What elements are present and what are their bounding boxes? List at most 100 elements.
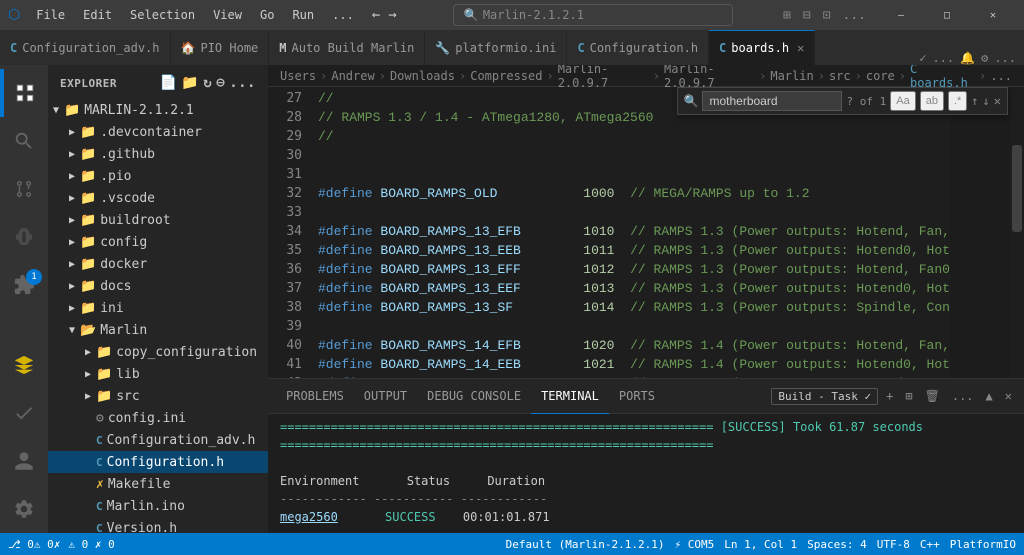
tree-version-h[interactable]: C Version.h (48, 517, 268, 533)
tree-marlin-ino[interactable]: C Marlin.ino (48, 495, 268, 517)
tree-config-adv-h[interactable]: C Configuration_adv.h (48, 429, 268, 451)
more-actions-icon[interactable]: ... (229, 75, 256, 91)
find-up-icon[interactable]: ↑ (971, 94, 978, 108)
activity-platformio[interactable] (0, 341, 48, 389)
find-close-icon[interactable]: ✕ (994, 94, 1001, 108)
checkmark-icon[interactable]: ✓ (919, 51, 926, 65)
activity-debug[interactable] (0, 213, 48, 261)
menu-file[interactable]: File (28, 6, 73, 24)
find-down-icon[interactable]: ↓ (983, 94, 990, 108)
activity-settings[interactable] (0, 485, 48, 533)
maximize-panel-icon[interactable]: ▲ (982, 387, 997, 405)
tree-devcontainer[interactable]: ▶ 📁 .devcontainer (48, 121, 268, 143)
find-options-aa[interactable]: Aa (890, 91, 915, 111)
tab-output[interactable]: OUTPUT (354, 379, 417, 414)
tree-marlin[interactable]: ▼ 📂 Marlin (48, 319, 268, 341)
bell-icon[interactable]: 🔔 (960, 51, 975, 65)
item-label: .pio (100, 169, 268, 184)
editor-scrollbar[interactable] (1010, 87, 1024, 378)
col-status: Status (407, 474, 450, 488)
settings-icon[interactable]: ⚙ (981, 51, 988, 65)
cursor-position[interactable]: Ln 1, Col 1 (724, 538, 797, 551)
split-icon[interactable]: ⊟ (799, 6, 815, 25)
menu-more[interactable]: ... (324, 6, 362, 24)
terminal-content[interactable]: ========================================… (268, 414, 1024, 533)
coms-status[interactable]: ⚡ COM5 (675, 538, 715, 551)
activity-search[interactable] (0, 117, 48, 165)
tree-src[interactable]: ▶ 📁 src (48, 385, 268, 407)
default-terminal[interactable]: Default (Marlin-2.1.2.1) (506, 538, 665, 551)
tab-boards-h[interactable]: C boards.h ✕ (709, 30, 815, 65)
more-icon[interactable]: ... (994, 51, 1016, 65)
error-warning-count[interactable]: ⚠ 0 ✗ 0 (68, 538, 114, 551)
tab-problems[interactable]: PROBLEMS (276, 379, 354, 414)
tree-makefile[interactable]: ✗ Makefile (48, 473, 268, 495)
tree-pio[interactable]: ▶ 📁 .pio (48, 165, 268, 187)
branch-status[interactable]: ⎇ 0⚠ 0✗ (8, 538, 60, 551)
refresh-icon[interactable]: ↻ (203, 75, 212, 91)
tab-terminal[interactable]: TERMINAL (531, 379, 609, 414)
close-button[interactable]: ✕ (970, 0, 1016, 30)
menu-go[interactable]: Go (252, 6, 282, 24)
activity-bar: 1 (0, 65, 48, 533)
add-terminal-icon[interactable]: + (882, 387, 897, 405)
tree-buildroot[interactable]: ▶ 📁 buildroot (48, 209, 268, 231)
menu-run[interactable]: Run (284, 6, 322, 24)
tab-debug-console[interactable]: DEBUG CONSOLE (417, 379, 531, 414)
tree-ini[interactable]: ▶ 📁 ini (48, 297, 268, 319)
tree-github[interactable]: ▶ 📁 .github (48, 143, 268, 165)
activity-source-control[interactable] (0, 165, 48, 213)
tab-close-icon[interactable]: ✕ (797, 41, 804, 55)
menu-edit[interactable]: Edit (75, 6, 120, 24)
pio-icon: 🏠 (181, 41, 196, 55)
tab-pio-home[interactable]: 🏠 PIO Home (171, 30, 270, 65)
tree-vscode[interactable]: ▶ 📁 .vscode (48, 187, 268, 209)
split-terminal-icon[interactable]: ⊞ (901, 387, 916, 405)
main-layout: 1 EXPLORER 📄 📁 ↻ ⊖ ... (0, 65, 1024, 533)
find-input[interactable] (702, 91, 842, 111)
layout-icon[interactable]: ⊞ (779, 6, 795, 25)
spaces[interactable]: Spaces: 4 (807, 538, 867, 551)
tab-ports[interactable]: PORTS (609, 379, 665, 414)
ellipsis-icon[interactable]: ... (932, 51, 954, 65)
item-label: config.ini (108, 411, 268, 426)
encoding[interactable]: UTF-8 (877, 538, 910, 551)
close-panel-icon[interactable]: ✕ (1001, 387, 1016, 405)
language-mode[interactable]: C++ (920, 538, 940, 551)
tree-config[interactable]: ▶ 📁 config (48, 231, 268, 253)
maximize-button[interactable]: □ (924, 0, 970, 30)
activity-account[interactable] (0, 437, 48, 485)
more-terminal-icon[interactable]: ... (948, 387, 978, 405)
tree-lib[interactable]: ▶ 📁 lib (48, 363, 268, 385)
menu-selection[interactable]: Selection (122, 6, 203, 24)
tree-config-ini[interactable]: ⚙ config.ini (48, 407, 268, 429)
find-options-ab[interactable]: ab (920, 91, 944, 111)
new-file-icon[interactable]: 📄 (159, 75, 177, 91)
tree-docs[interactable]: ▶ 📁 docs (48, 275, 268, 297)
tab-auto-build[interactable]: M Auto Build Marlin (269, 30, 425, 65)
minimize-button[interactable]: — (878, 0, 924, 30)
code-editor[interactable]: 2728293031 3233343536 3738394041 4243444… (268, 87, 1024, 378)
activity-test[interactable] (0, 389, 48, 437)
tab-configuration-h[interactable]: C Configuration.h (567, 30, 709, 65)
col-duration: Duration (487, 474, 545, 488)
tab-platformio-ini[interactable]: 🔧 platformio.ini (425, 30, 567, 65)
new-folder-icon[interactable]: 📁 (181, 75, 199, 91)
trash-icon[interactable]: 🗑 (921, 387, 944, 405)
code-content[interactable]: // // RAMPS 1.3 / 1.4 - ATmega1280, ATme… (310, 87, 950, 378)
tree-configuration-h[interactable]: C Configuration.h (48, 451, 268, 473)
platformio-status[interactable]: PlatformIO (950, 538, 1016, 551)
tree-root[interactable]: ▼ 📁 MARLIN-2.1.2.1 (48, 99, 268, 121)
tree-docker[interactable]: ▶ 📁 docker (48, 253, 268, 275)
grid-icon[interactable]: ⊡ (819, 6, 835, 25)
collapse-icon[interactable]: ⊖ (216, 75, 225, 91)
more-icon[interactable]: ... (839, 6, 870, 25)
activity-extensions[interactable]: 1 (0, 261, 48, 309)
tree-copy-config[interactable]: ▶ 📁 copy_configuration (48, 341, 268, 363)
activity-explorer[interactable] (0, 69, 48, 117)
nav-forward[interactable]: → (386, 7, 398, 23)
nav-back[interactable]: ← (370, 7, 382, 23)
tab-config-adv[interactable]: C Configuration_adv.h (0, 30, 171, 65)
menu-view[interactable]: View (205, 6, 250, 24)
find-options-regex[interactable]: .* (948, 91, 967, 111)
